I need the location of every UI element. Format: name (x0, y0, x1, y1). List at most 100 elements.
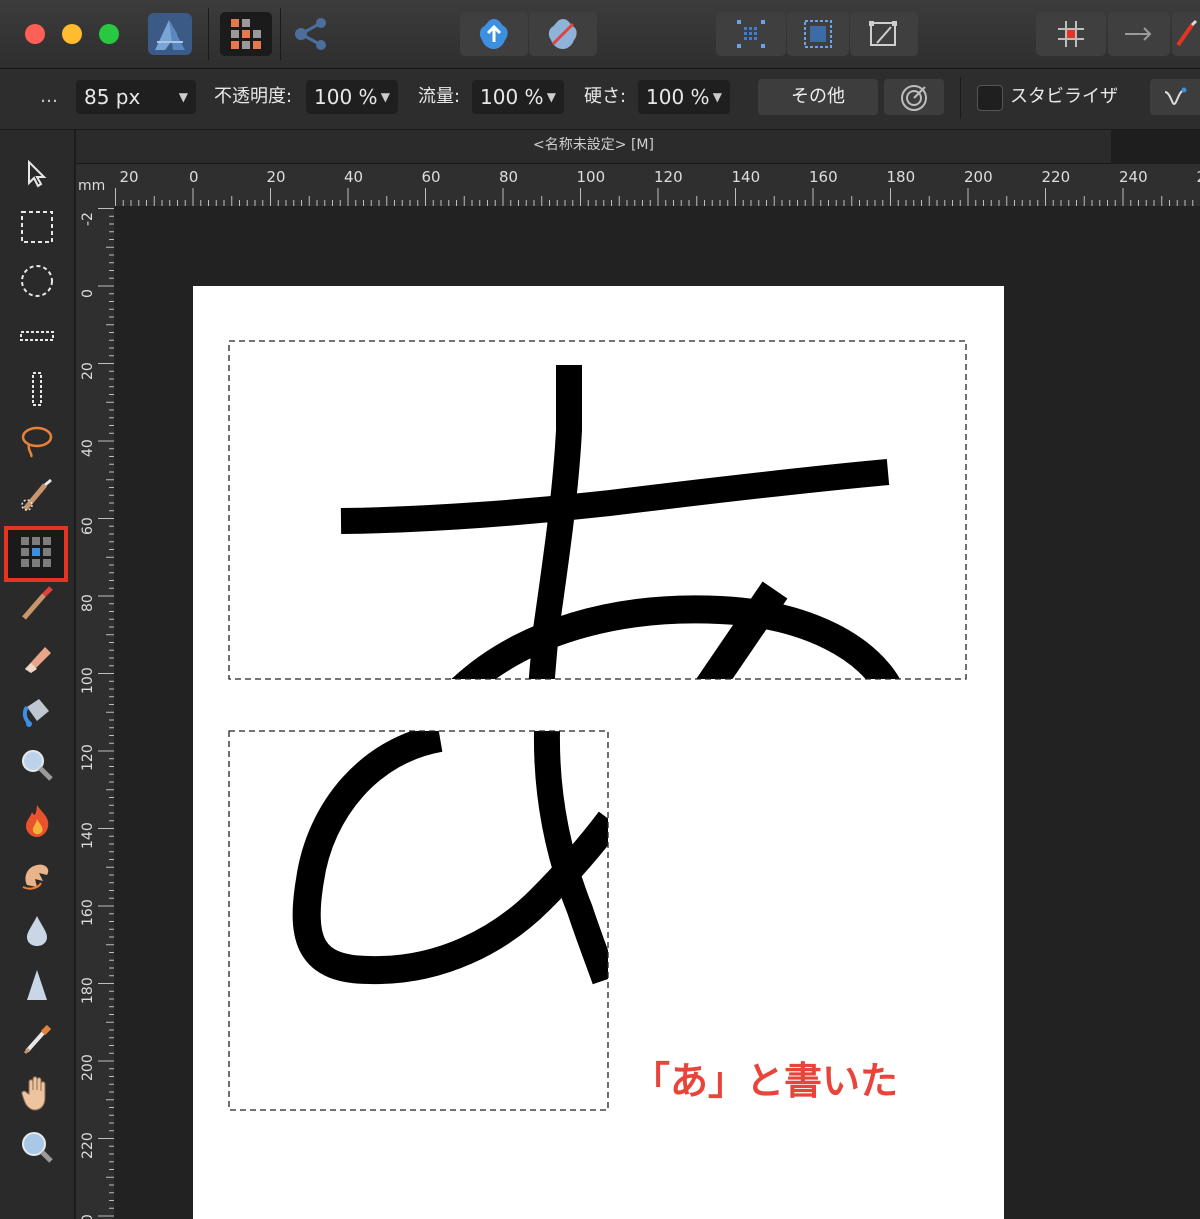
opacity-label: 不透明度: (214, 86, 293, 107)
ruler-label: 160 (809, 168, 838, 186)
grid-button[interactable] (787, 12, 849, 56)
water-drop-icon (24, 914, 50, 952)
color-picker-tool-button[interactable] (12, 1018, 62, 1064)
brush-icon (1174, 19, 1198, 49)
smudge-hand-icon (19, 857, 55, 897)
transform-button[interactable] (850, 12, 918, 56)
chevron-down-icon: ▼ (546, 90, 556, 104)
brush-button[interactable] (1172, 12, 1200, 56)
zoom-window-button[interactable] (99, 24, 119, 44)
stabilizer-checkbox[interactable] (977, 85, 1003, 111)
sharpen-tool-button[interactable] (12, 964, 62, 1010)
paint-brush-tool-button[interactable] (12, 582, 62, 628)
minimize-window-button[interactable] (62, 24, 82, 44)
pixel-persona-button[interactable] (220, 12, 272, 56)
ruler-label: 60 (80, 516, 96, 535)
pixel-grid-button[interactable] (716, 12, 786, 56)
selection-brush-icon (19, 477, 55, 517)
row-marquee-tool-button[interactable] (12, 314, 62, 360)
brush-size-field[interactable]: 85 px ▼ (76, 80, 196, 114)
no-photo-button[interactable] (529, 12, 597, 56)
arrow-icon (1122, 24, 1156, 44)
separator (280, 8, 281, 60)
document-title: <名称未設定> [M] (533, 137, 654, 153)
erase-brush-tool-button[interactable] (12, 636, 62, 682)
pixel-tool-button[interactable] (4, 526, 68, 582)
opacity-value: 100 % (314, 85, 378, 109)
flame-icon (22, 803, 52, 843)
force-pressure-button[interactable] (884, 79, 944, 115)
hand-icon (20, 1074, 54, 1116)
flood-fill-tool-button[interactable] (12, 690, 62, 736)
column-marquee-tool-button[interactable] (12, 368, 62, 414)
grid-2-icon (801, 17, 835, 51)
ruler-label: 0 (80, 289, 96, 298)
stabilizer-mode-button[interactable] (1150, 79, 1200, 115)
ruler-label: 120 (654, 168, 683, 186)
view-tool-button[interactable] (12, 1072, 62, 1118)
close-window-button[interactable] (25, 24, 45, 44)
zoom-tool-button[interactable] (12, 744, 62, 790)
more-options-button[interactable]: … (40, 80, 58, 114)
pixel-persona-icon (227, 15, 265, 53)
stabilizer-label: スタビライザ (1010, 86, 1118, 107)
paint-bucket-icon (19, 693, 55, 733)
upload-icon (476, 16, 512, 52)
ruler-label: 200 (964, 168, 993, 186)
rectangular-marquee-icon (19, 209, 55, 249)
elliptical-marquee-icon (19, 263, 55, 303)
grid-1-icon (734, 17, 768, 51)
eraser-icon (19, 639, 55, 679)
ruler-label: 100 (80, 666, 96, 694)
ruler-label: 140 (80, 821, 96, 849)
ruler-label: 180 (80, 976, 96, 1004)
move-tool-button[interactable] (12, 153, 62, 199)
ruler-label: 20 (80, 361, 96, 380)
brush-size-value: 85 px (84, 85, 141, 109)
upload-button[interactable] (460, 12, 528, 56)
move-tool-icon (24, 159, 50, 193)
selection-brush-tool-button[interactable] (12, 474, 62, 520)
transform-icon (867, 17, 901, 51)
pixel-tool-icon (19, 535, 53, 573)
ruler-label: 60 (421, 168, 441, 186)
title-bar (0, 0, 1200, 69)
ruler-label: 180 (886, 168, 916, 186)
ruler-label: 20 (266, 168, 286, 186)
export-persona-button[interactable] (288, 12, 334, 56)
horizontal-ruler-ticks (115, 188, 1194, 206)
separator (208, 8, 209, 60)
opacity-field[interactable]: 100 % ▼ (306, 80, 398, 114)
ruler-label: 26 (1197, 168, 1200, 186)
elliptical-marquee-tool-button[interactable] (12, 260, 62, 306)
ruler-label: 140 (731, 168, 761, 186)
arrow-button[interactable] (1108, 12, 1170, 56)
flow-value: 100 % (480, 85, 544, 109)
separator (960, 77, 961, 119)
flow-field[interactable]: 100 % ▼ (472, 80, 564, 114)
ruler-label: -2 (80, 212, 96, 226)
horizontal-ruler[interactable]: mm 2002040608010012014016018020022024026 (76, 164, 1200, 206)
photo-persona-button[interactable] (146, 12, 194, 56)
snapping-button[interactable] (1036, 12, 1106, 56)
rectangular-marquee-tool-button[interactable] (12, 206, 62, 252)
other-settings-button[interactable]: その他 (758, 79, 878, 115)
no-photo-icon (545, 16, 581, 52)
zoom-view-tool-button[interactable] (12, 1126, 62, 1172)
ruler-label: 220 (80, 1131, 96, 1159)
burn-tool-button[interactable] (12, 800, 62, 846)
chevron-down-icon: ▼ (380, 90, 390, 104)
freehand-selection-tool-button[interactable] (12, 420, 62, 466)
stroke-horizontal (340, 459, 890, 534)
ruler-label: 80 (80, 594, 96, 612)
pressure-target-icon (899, 83, 929, 126)
hardness-field[interactable]: 100 % ▼ (638, 80, 730, 114)
blur-tool-button[interactable] (12, 910, 62, 956)
row-marquee-icon (19, 328, 55, 347)
sharpen-cone-icon (24, 968, 50, 1006)
vertical-ruler[interactable]: -2 0 20 40 60 80 100 120 140 160 180 200 220 40 (76, 206, 114, 1219)
ruler-label: 80 (499, 168, 519, 186)
document-tab[interactable]: <名称未設定> [M] (76, 130, 1111, 164)
smudge-tool-button[interactable] (12, 854, 62, 900)
column-marquee-icon (30, 371, 44, 411)
